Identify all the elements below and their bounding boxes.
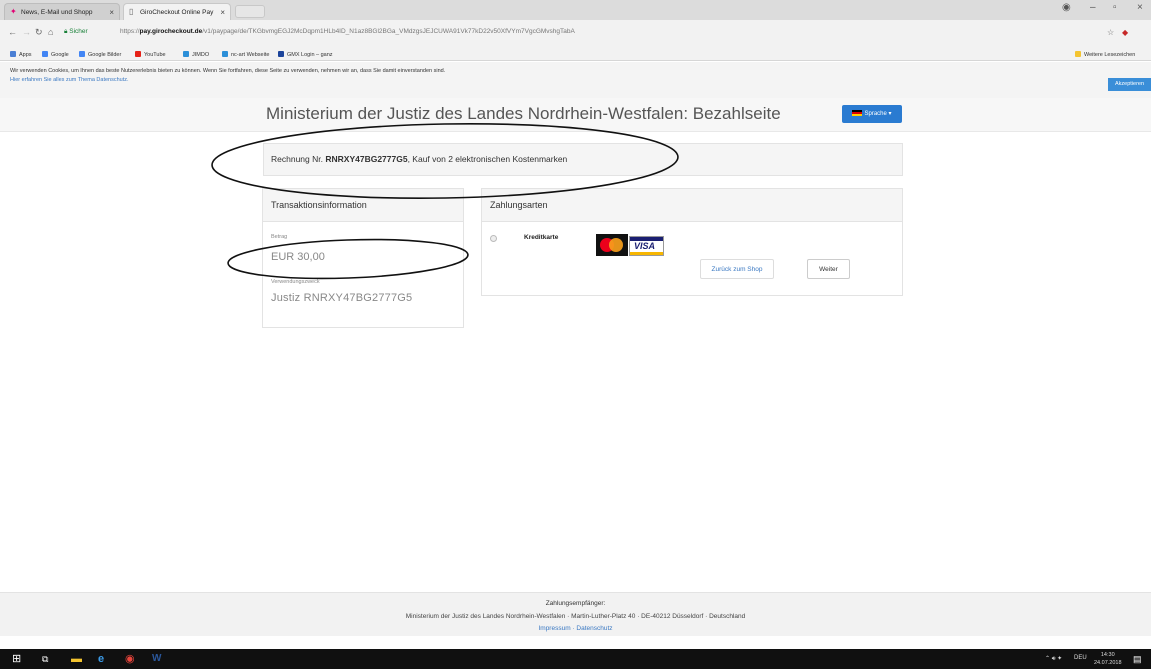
invoice-description: Rechnung Nr. RNRXY47BG2777G5, Kauf von 2…	[271, 154, 567, 164]
bookmark-nc-art[interactable]: nc-art Webseite	[222, 49, 269, 61]
google-icon	[79, 51, 85, 57]
mastercard-icon[interactable]	[596, 234, 628, 256]
amount-value: EUR 30,00	[271, 251, 325, 263]
invoice-suffix: , Kauf von 2 elektronischen Kostenmarken	[407, 154, 568, 164]
language-label: Sprache ▾	[864, 111, 892, 117]
file-explorer-icon[interactable]: ▬	[71, 653, 82, 665]
url-path: /v1/paypage/de/TKGbvmgEGJ2McDqpm1HLb4ID_…	[202, 28, 575, 35]
bookmark-label: Weitere Lesezeichen	[1084, 52, 1136, 58]
close-icon[interactable]: ×	[220, 4, 225, 20]
notification-icon[interactable]: ▤	[1133, 653, 1142, 665]
bookmark-label: YouTube	[144, 52, 166, 58]
clock-time: 14:30	[1100, 652, 1115, 658]
back-to-shop-button[interactable]: Zurück zum Shop	[700, 259, 774, 279]
window-close-icon[interactable]: ×	[1137, 2, 1143, 13]
amount-label: Betrag	[271, 234, 288, 240]
purpose-value: Justiz RNRXY47BG2777G5	[271, 292, 413, 304]
page-icon: ▯	[129, 7, 134, 16]
profile-icon[interactable]: ◉	[1062, 2, 1071, 13]
creditcard-label[interactable]: Kreditkarte	[524, 234, 558, 241]
tab-girocheckout[interactable]: ▯ GiroCheckout Online Pay ×	[123, 3, 231, 20]
privacy-link[interactable]: Hier erfahren Sie alles zum Thema Datens…	[10, 77, 129, 83]
tab-news[interactable]: ✦ News, E-Mail und Shopp ×	[4, 3, 120, 20]
windows-taskbar	[0, 649, 1151, 669]
footer-title: Zahlungsempfänger:	[545, 600, 606, 607]
star-icon[interactable]: ☆	[1107, 28, 1114, 37]
bookmark-youtube[interactable]: YouTube	[135, 49, 166, 61]
clock-date: 24.07.2018	[1094, 660, 1122, 666]
german-flag-icon	[852, 110, 863, 116]
invoice-prefix: Rechnung Nr.	[271, 154, 323, 164]
forward-arrow-icon[interactable]: →	[22, 27, 31, 37]
minimize-icon[interactable]: –	[1090, 2, 1096, 13]
footer-links[interactable]: Impressum · Datenschutz	[0, 625, 1151, 632]
jimdo-icon	[222, 51, 228, 57]
reload-icon[interactable]: ↻	[35, 27, 43, 38]
accept-cookies-button[interactable]: Akzeptieren	[1108, 78, 1151, 91]
tray-icons[interactable]: ⌃ 🔊︎ ✦	[1045, 655, 1062, 663]
clock[interactable]: 14:30 24.07.2018	[1094, 651, 1122, 667]
footer-address: Ministerium der Justiz des Landes Nordrh…	[405, 613, 746, 620]
bookmark-google-bilder[interactable]: Google Bilder	[79, 49, 121, 61]
telekom-icon: ✦	[10, 7, 17, 16]
visa-icon[interactable]: VISA	[629, 236, 664, 256]
payment-title: Zahlungsarten	[490, 200, 548, 210]
edge-icon[interactable]: e	[98, 653, 104, 665]
close-icon[interactable]: ×	[109, 4, 114, 20]
bookmark-label: Apps	[19, 52, 32, 58]
bookmark-label: Google	[51, 52, 69, 58]
visa-logo-text: VISA	[634, 241, 656, 251]
invoice-number: RNRXY47BG2777G5	[325, 154, 408, 164]
url-scheme: https://	[120, 28, 140, 35]
language-button[interactable]: Sprache ▾	[842, 105, 902, 123]
folder-icon	[1075, 51, 1081, 57]
back-arrow-icon[interactable]: ←	[8, 27, 17, 37]
url-host: pay.girocheckout.de	[139, 28, 203, 35]
maximize-icon[interactable]: ▫	[1113, 2, 1117, 13]
purpose-label: Verwendungszweck	[271, 279, 320, 285]
url-field[interactable]: https://pay.girocheckout.de/v1/paypage/d…	[120, 28, 575, 35]
bookmark-label: JIMDO	[192, 52, 210, 58]
bookmark-label: nc-art Webseite	[231, 52, 270, 58]
task-view-icon[interactable]: ⧉	[42, 653, 48, 665]
word-icon[interactable]: W	[152, 653, 161, 665]
extension-icon[interactable]: ◆	[1122, 28, 1128, 37]
bookmark-label: GMX Login – ganz	[287, 52, 333, 58]
jimdo-icon	[183, 51, 189, 57]
bookmark-gmx[interactable]: GMX Login – ganz	[278, 49, 333, 61]
apps-icon	[10, 51, 16, 57]
windows-start-icon[interactable]: ⊞	[12, 653, 21, 665]
gmx-icon	[278, 51, 284, 57]
cookie-text: Wir verwenden Cookies, um Ihnen das best…	[10, 68, 446, 74]
secure-label: Sicher	[69, 28, 88, 35]
bookmark-google[interactable]: Google	[42, 49, 69, 61]
next-button[interactable]: Weiter	[807, 259, 850, 279]
bookmarks-bar	[0, 48, 1151, 61]
bookmark-label: Google Bilder	[88, 52, 122, 58]
keyboard-language[interactable]: DEU	[1074, 655, 1087, 661]
home-icon[interactable]: ⌂	[48, 27, 53, 37]
tab-news-label: News, E-Mail und Shopp	[21, 9, 93, 16]
bookmark-apps[interactable]: Apps	[10, 49, 32, 61]
lock-icon: 🔒︎	[64, 28, 68, 35]
tab-girocheckout-label: GiroCheckout Online Pay	[140, 9, 214, 16]
google-icon	[42, 51, 48, 57]
creditcard-radio[interactable]	[490, 235, 497, 242]
secure-indicator[interactable]: 🔒︎ Sicher	[64, 28, 88, 36]
new-tab-button[interactable]	[235, 5, 265, 18]
transaction-title: Transaktionsinformation	[271, 200, 367, 210]
page-title: Ministerium der Justiz des Landes Nordrh…	[266, 104, 781, 123]
youtube-icon	[135, 51, 141, 57]
bookmark-other[interactable]: Weitere Lesezeichen	[1075, 49, 1135, 61]
bookmark-jimdo[interactable]: JIMDO	[183, 49, 209, 61]
chrome-icon[interactable]: ◉	[125, 653, 135, 665]
